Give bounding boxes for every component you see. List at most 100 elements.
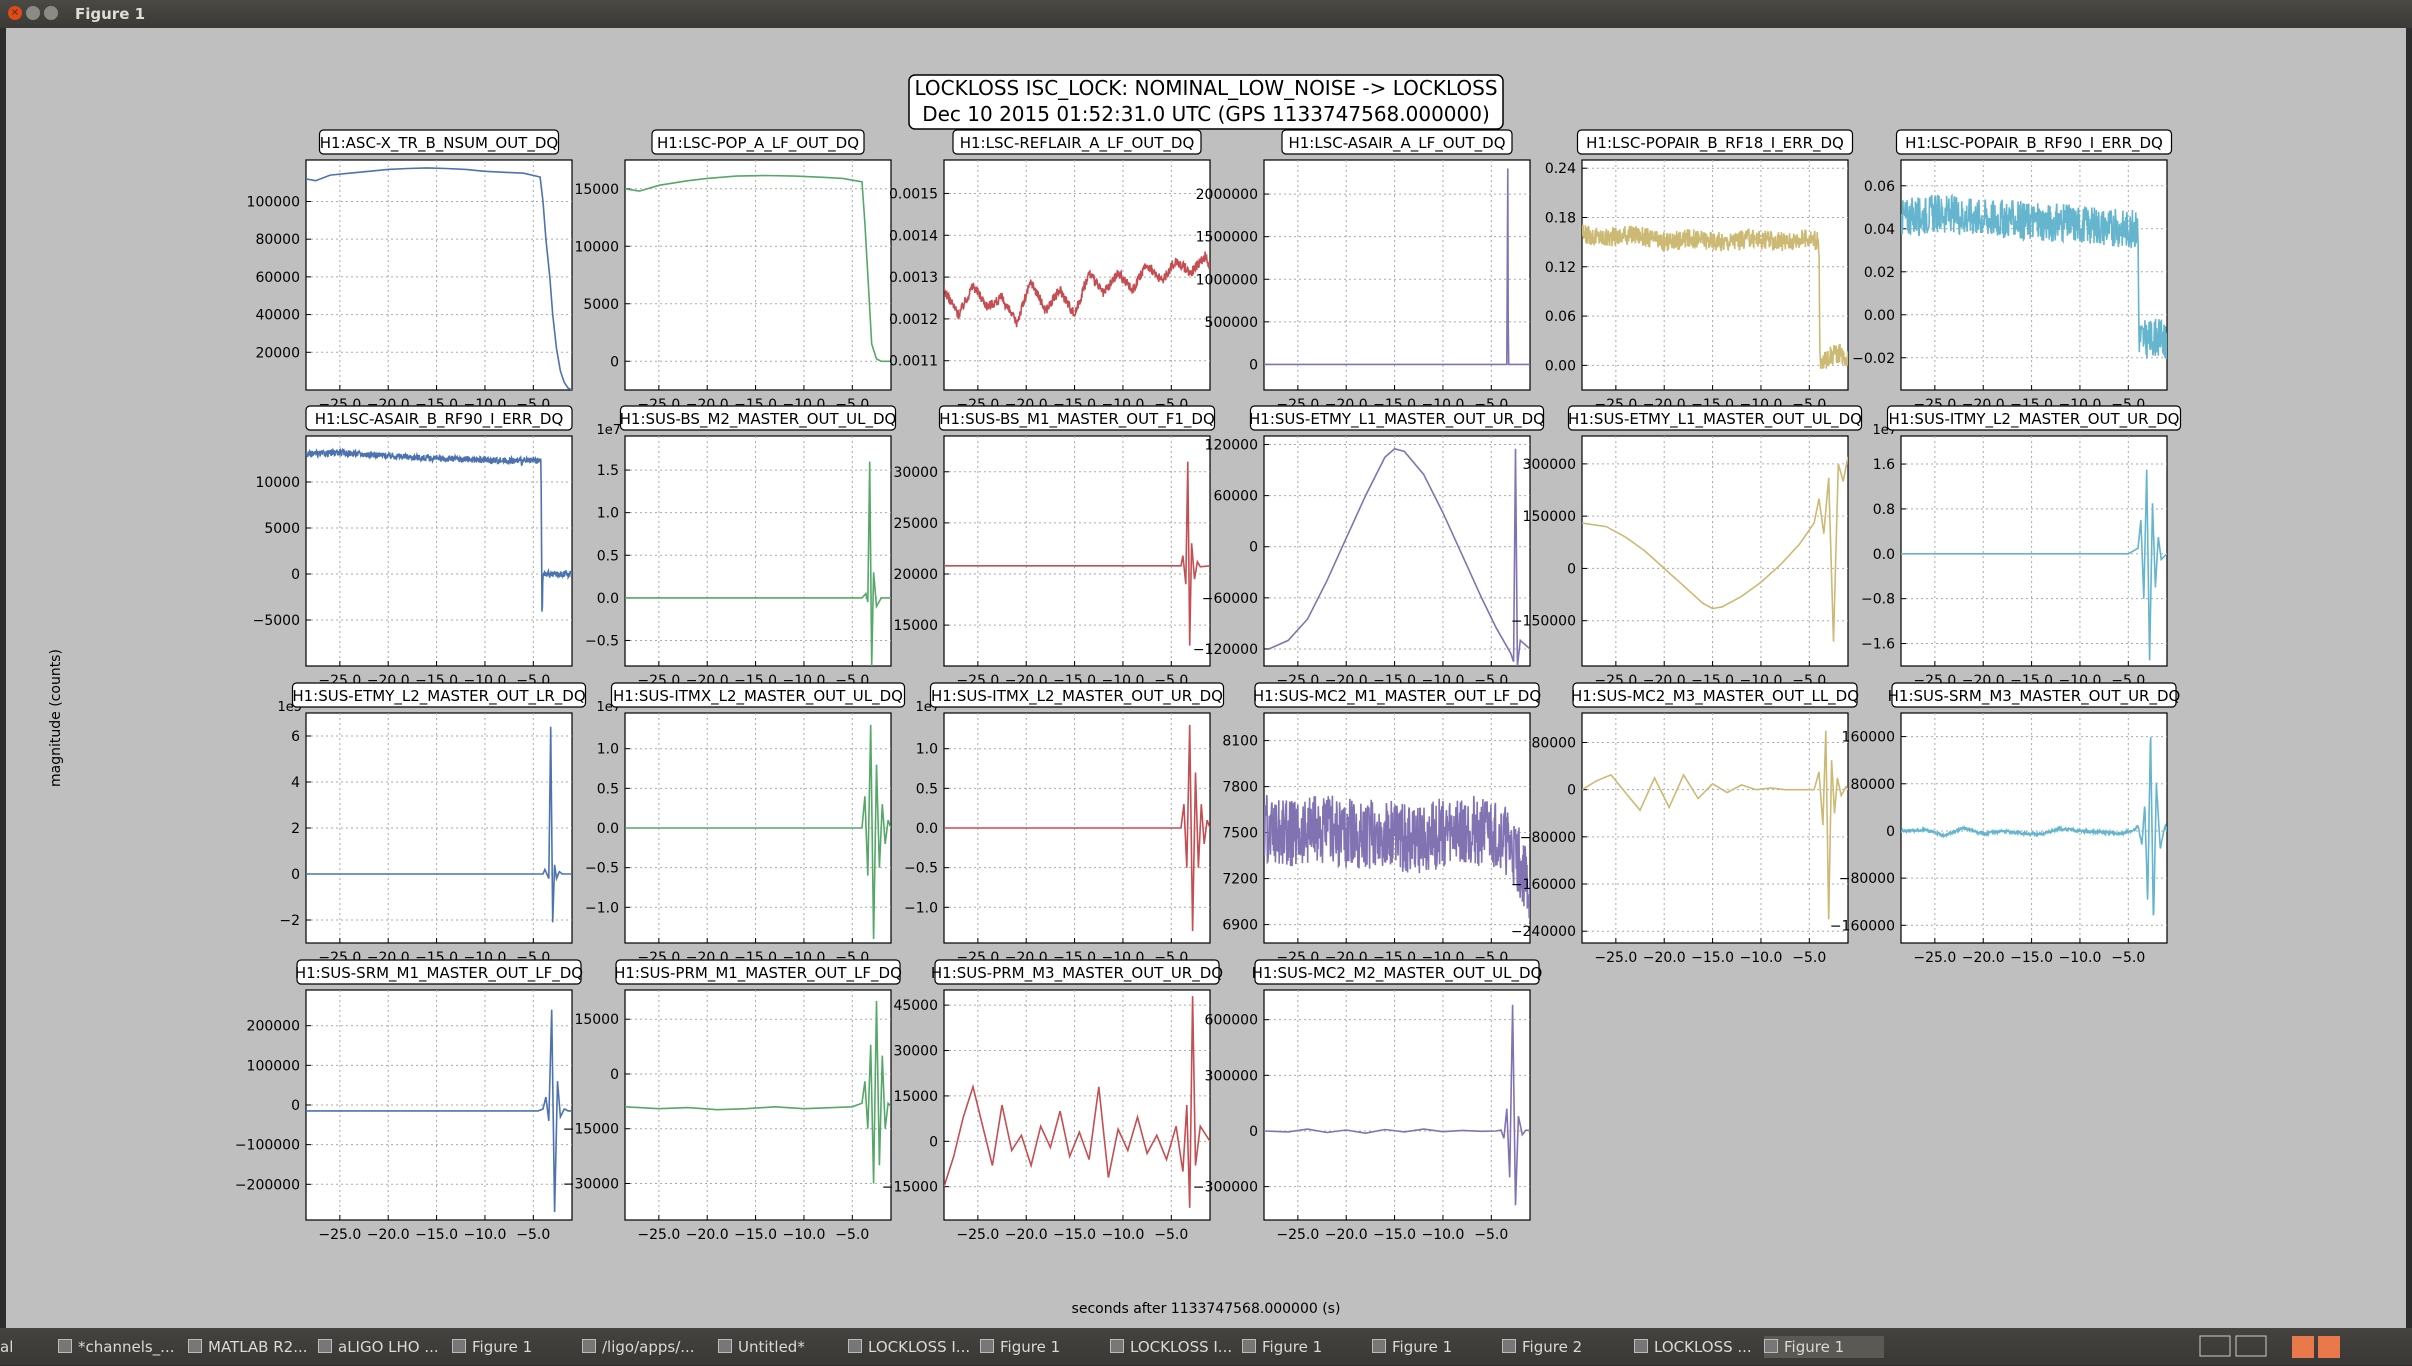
subplot-title: H1:SUS-ITMY_L2_MASTER_OUT_UR_DQ: [1889, 410, 2180, 429]
y-tick-label: −80000: [1839, 871, 1895, 887]
y-tick-label: 0.0013: [889, 270, 938, 286]
y-tick-label: 0.24: [1545, 161, 1576, 177]
y-tick-label: −0.02: [1852, 351, 1895, 367]
y-tick-label: 15000: [574, 1012, 619, 1028]
y-tick-label: 5000: [264, 521, 300, 537]
y-tick-label: −60000: [1202, 591, 1258, 607]
y-tick-label: 60000: [1213, 489, 1258, 505]
y-tick-label: −15000: [563, 1122, 619, 1138]
taskbar-item-label: Figure 1: [472, 1338, 533, 1356]
y-tick-label: 0.06: [1864, 179, 1895, 195]
x-tick-label: −5.0: [2111, 950, 2145, 966]
taskbar-item[interactable]: aLIGO LHO ...: [318, 1336, 446, 1358]
subplot-title: H1:SUS-MC2_M1_MASTER_OUT_LF_DQ: [1253, 687, 1541, 706]
taskbar-item[interactable]: Figure 1: [980, 1336, 1104, 1358]
subplot-title: H1:SUS-ETMY_L1_MASTER_OUT_UR_DQ: [1249, 410, 1545, 429]
x-tick-label: −25.0: [956, 1227, 999, 1243]
x-tick-label: −10.0: [782, 1227, 825, 1243]
y-tick-label: 1500000: [1196, 230, 1258, 246]
y-tick-label: 1.5: [597, 463, 619, 479]
x-tick-label: −20.0: [1005, 1227, 1048, 1243]
subplot-title: H1:SUS-ETMY_L1_MASTER_OUT_UL_DQ: [1568, 410, 1862, 429]
window-title: Figure 1: [75, 5, 146, 23]
y-tick-label: 0: [1567, 783, 1576, 799]
window-titlebar: × Figure 1: [0, 0, 2412, 28]
taskbar-item[interactable]: Figure 1: [1372, 1336, 1496, 1358]
minimize-button[interactable]: [26, 6, 40, 20]
y-tick-label: 15000: [893, 618, 938, 634]
y-tick-label: 60000: [255, 270, 300, 286]
taskbar-item[interactable]: *channels_...: [58, 1336, 182, 1358]
taskbar-item[interactable]: Figure 1: [1242, 1336, 1366, 1358]
taskbar-item[interactable]: Untitled*: [718, 1336, 842, 1358]
taskbar-item[interactable]: MATLAB R2...: [188, 1336, 312, 1358]
window-icon: [1242, 1339, 1256, 1353]
subplot-title: H1:SUS-PRM_M1_MASTER_OUT_LF_DQ: [614, 964, 902, 983]
plot-area: [1581, 712, 1849, 944]
plot-area: [305, 159, 573, 391]
x-tick-label: −25.0: [1594, 950, 1637, 966]
y-tick-label: 0.06: [1545, 309, 1576, 325]
figure-canvas: LOCKLOSS ISC_LOCK: NOMINAL_LOW_NOISE -> …: [6, 28, 2406, 1328]
y-tick-label: −30000: [563, 1176, 619, 1192]
y-tick-label: 0: [1886, 824, 1895, 840]
subplot-title: H1:LSC-POPAIR_B_RF90_I_ERR_DQ: [1905, 134, 2163, 153]
taskbar-item[interactable]: Figure 1: [452, 1336, 576, 1358]
plot-area: [624, 989, 892, 1221]
y-tick-label: 1.0: [916, 742, 938, 758]
y-tick-label: −160000: [1830, 918, 1895, 934]
suptitle: LOCKLOSS ISC_LOCK: NOMINAL_LOW_NOISE -> …: [908, 74, 1504, 130]
y-tick-label: −0.5: [585, 633, 619, 649]
subplot-title: H1:SUS-BS_M1_MASTER_OUT_F1_DQ: [939, 410, 1215, 429]
plot-area: [1900, 159, 2168, 391]
y-tick-label: 7200: [1222, 872, 1258, 888]
y-tick-label: −160000: [1511, 877, 1576, 893]
y-tick-label: 120000: [1205, 438, 1258, 454]
y-tick-label: 25000: [893, 516, 938, 532]
y-tick-label: 2000000: [1196, 187, 1258, 203]
y-tick-label: 0: [291, 567, 300, 583]
y-tick-label: 20000: [893, 567, 938, 583]
y-tick-label: 15000: [574, 182, 619, 198]
x-tick-label: −20.0: [367, 1227, 410, 1243]
window-icon: [848, 1339, 862, 1353]
x-axis-label: seconds after 1133747568.000000 (s): [1072, 1301, 1341, 1317]
y-tick-label: 80000: [1531, 735, 1576, 751]
x-tick-label: −15.0: [734, 1227, 777, 1243]
plot-area: [943, 989, 1211, 1221]
taskbar-item[interactable]: LOCKLOSS I...: [1110, 1336, 1236, 1358]
y-tick-label: 0.0: [916, 821, 938, 837]
subplot-title: H1:LSC-POPAIR_B_RF18_I_ERR_DQ: [1586, 134, 1844, 153]
plot-area: [305, 435, 573, 667]
taskbar-item[interactable]: LOCKLOSS ...: [1634, 1336, 1758, 1358]
taskbar-item-label: MATLAB R2...: [208, 1338, 308, 1356]
taskbar-item[interactable]: /ligo/apps/...: [582, 1336, 712, 1358]
window-icon: [1502, 1339, 1516, 1353]
y-tick-label: −1.0: [585, 900, 619, 916]
y-tick-label: 0.8: [1873, 502, 1895, 518]
taskbar-item-label: LOCKLOSS ...: [1654, 1338, 1752, 1356]
close-button[interactable]: ×: [8, 6, 22, 20]
maximize-button[interactable]: [44, 6, 58, 20]
subplot-title: H1:LSC-REFLAIR_A_LF_OUT_DQ: [960, 134, 1195, 153]
y-tick-label: −150000: [1511, 614, 1576, 630]
y-tick-label: 15000: [893, 1089, 938, 1105]
taskbar-item[interactable]: al: [0, 1336, 52, 1358]
window-icon: [452, 1339, 466, 1353]
taskbar-item[interactable]: LOCKLOSS I...: [848, 1336, 974, 1358]
subplot-title: H1:SUS-ITMX_L2_MASTER_OUT_UR_DQ: [931, 687, 1223, 706]
x-tick-label: −25.0: [637, 1227, 680, 1243]
taskbar-item[interactable]: Figure 2: [1502, 1336, 1628, 1358]
subplot: −25.0 −20.0 −15.0 −10.0 −5.0−0.50.00.51.01.5…: [585, 405, 896, 689]
taskbar-item-label: Figure 1: [1262, 1338, 1323, 1356]
tray-app-icon: [2292, 1336, 2314, 1358]
taskbar-item[interactable]: Figure 1: [1764, 1336, 1884, 1358]
taskbar-item-label: *channels_...: [78, 1338, 175, 1356]
window-icon: [1110, 1339, 1124, 1353]
y-tick-label: 0.5: [597, 548, 619, 564]
plot-area: [943, 435, 1211, 667]
x-tick-label: −15.0: [1053, 1227, 1096, 1243]
y-tick-label: 0.02: [1864, 265, 1895, 281]
y-tick-label: 0: [1249, 1124, 1258, 1140]
plot-area: [1263, 435, 1531, 667]
